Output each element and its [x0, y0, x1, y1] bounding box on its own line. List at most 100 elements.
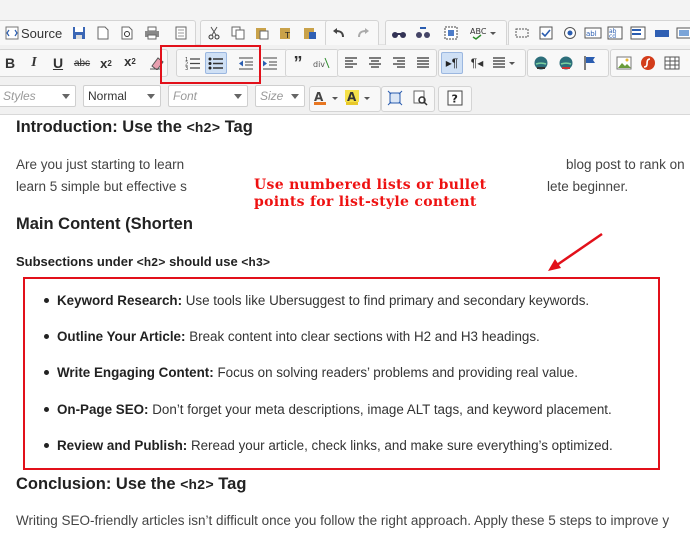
anchor-icon[interactable] — [582, 55, 598, 71]
svg-text:?: ? — [452, 93, 458, 106]
spellcheck-icon[interactable]: ABC — [470, 25, 496, 41]
conclusion-heading-text: Conclusion: Use the — [16, 475, 181, 493]
replace-icon[interactable] — [415, 25, 431, 41]
maximize-icon[interactable] — [386, 89, 404, 107]
svg-text:ABC: ABC — [470, 27, 487, 36]
list-buttons-highlight-box — [160, 45, 261, 84]
conclusion-paragraph: Writing SEO-friendly articles isn’t diff… — [16, 513, 670, 528]
align-right-icon[interactable] — [391, 55, 407, 71]
subsection-heading: Subsections under <h2> should use <h3> — [16, 254, 270, 270]
italic-icon[interactable]: I — [26, 55, 42, 71]
main-content-heading: Main Content (Shorten — [16, 215, 193, 233]
conclusion-heading-code: <h2> — [180, 478, 214, 494]
preview-icon[interactable] — [119, 25, 135, 41]
chevron-down-icon — [62, 94, 70, 99]
format-dropdown-value: Normal — [88, 89, 127, 103]
source-button-label[interactable]: Source — [21, 25, 62, 41]
textfield-icon[interactable]: abl — [584, 25, 602, 41]
svg-text:div: div — [313, 60, 325, 69]
toolbar-row-1: Source T ABC abl ab cd — [0, 0, 690, 47]
svg-text:A: A — [347, 90, 357, 104]
find-icon[interactable] — [391, 25, 407, 41]
blockquote-icon[interactable]: ” — [290, 53, 306, 73]
svg-text:A: A — [314, 90, 324, 104]
checkbox-icon[interactable] — [538, 25, 554, 41]
superscript-icon[interactable]: x2 — [121, 53, 139, 69]
help-icon[interactable]: ? — [446, 89, 464, 107]
align-left-icon[interactable] — [343, 55, 359, 71]
annotation-callout: Use numbered lists or bullet points for … — [254, 177, 486, 211]
redo-icon[interactable] — [355, 25, 371, 41]
chevron-down-icon — [147, 94, 155, 99]
font-dropdown-value: Font — [173, 89, 198, 103]
increase-indent-icon[interactable] — [261, 55, 279, 71]
paste-text-icon[interactable]: T — [278, 25, 294, 41]
svg-text:cd: cd — [609, 33, 616, 40]
language-icon[interactable] — [492, 55, 518, 71]
unlink-icon[interactable] — [557, 55, 575, 71]
size-dropdown-value: Size — [260, 89, 284, 103]
subsection-heading-code-h2: <h2> — [136, 256, 166, 270]
button-field-icon[interactable] — [654, 25, 670, 41]
subscript-icon[interactable]: x2 — [97, 55, 115, 71]
annotation-arrow-icon — [548, 232, 603, 271]
text-color-icon[interactable]: A — [313, 89, 341, 107]
text-direction-rtl-icon[interactable]: ¶◂ — [468, 55, 486, 71]
background-color-icon[interactable]: A — [345, 89, 373, 107]
list-highlight-box — [23, 277, 660, 470]
textarea-icon[interactable]: ab cd — [607, 25, 623, 41]
select-field-icon[interactable] — [630, 25, 646, 41]
save-icon[interactable] — [71, 25, 87, 41]
radio-icon[interactable] — [562, 25, 578, 41]
image-button-icon[interactable] — [676, 25, 690, 41]
strikethrough-icon[interactable]: abc — [72, 55, 92, 71]
source-icon[interactable] — [4, 25, 20, 41]
align-center-icon[interactable] — [367, 55, 383, 71]
format-dropdown[interactable]: Normal — [83, 85, 161, 107]
copy-icon[interactable] — [230, 25, 246, 41]
svg-text:abl: abl — [586, 30, 597, 38]
form-icon[interactable] — [514, 25, 530, 41]
styles-dropdown[interactable]: Styles — [0, 85, 76, 107]
chevron-down-icon — [234, 94, 242, 99]
intro-heading-code: <h2> — [186, 121, 221, 137]
subsection-heading-code-h3: <h3> — [241, 256, 271, 270]
conclusion-heading-tail: Tag — [213, 475, 247, 493]
svg-text:T: T — [284, 31, 290, 40]
subsection-heading-text: Subsections under — [16, 254, 137, 269]
select-all-icon[interactable] — [443, 25, 459, 41]
subsection-heading-mid: should use — [165, 254, 242, 269]
justify-icon[interactable] — [415, 55, 431, 71]
new-page-icon[interactable] — [95, 25, 111, 41]
flash-icon[interactable] — [640, 55, 656, 71]
conclusion-heading: Conclusion: Use the <h2> Tag — [16, 475, 246, 494]
chevron-down-icon — [291, 94, 299, 99]
font-dropdown[interactable]: Font — [168, 85, 248, 107]
size-dropdown[interactable]: Size — [255, 85, 305, 107]
show-blocks-icon[interactable] — [411, 89, 429, 107]
create-div-icon[interactable]: div — [313, 55, 331, 71]
templates-icon[interactable] — [173, 25, 189, 41]
print-icon[interactable] — [144, 25, 160, 41]
annotation-line-2: points for list-style content — [254, 194, 477, 210]
paste-icon[interactable] — [254, 25, 270, 41]
image-icon[interactable] — [616, 55, 632, 71]
bold-icon[interactable]: B — [2, 55, 18, 71]
cut-icon[interactable] — [206, 25, 222, 41]
toolbar-row-2: B I U abc x2 x2 123 ” div ▸¶ ¶◂ — [0, 45, 690, 84]
underline-icon[interactable]: U — [50, 55, 66, 71]
paste-word-icon[interactable] — [302, 25, 318, 41]
intro-paragraph-line1-start: Are you just starting to learn — [16, 157, 185, 172]
link-icon[interactable] — [532, 55, 550, 71]
intro-paragraph-line2-start: learn 5 simple but effective s — [16, 179, 187, 194]
intro-paragraph-line1-end: blog post to rank on — [566, 157, 685, 172]
intro-paragraph-line2-end: lete beginner. — [547, 179, 629, 194]
intro-heading: Introduction: Use the <h2> Tag — [16, 118, 253, 137]
annotation-line-1: Use numbered lists or bullet — [254, 177, 487, 193]
undo-icon[interactable] — [331, 25, 347, 41]
table-icon[interactable] — [664, 55, 680, 71]
styles-dropdown-value: Styles — [3, 89, 36, 103]
intro-heading-text: Introduction: Use the — [16, 118, 187, 136]
intro-heading-tail: Tag — [220, 118, 253, 136]
text-direction-ltr-icon[interactable]: ▸¶ — [441, 52, 463, 74]
